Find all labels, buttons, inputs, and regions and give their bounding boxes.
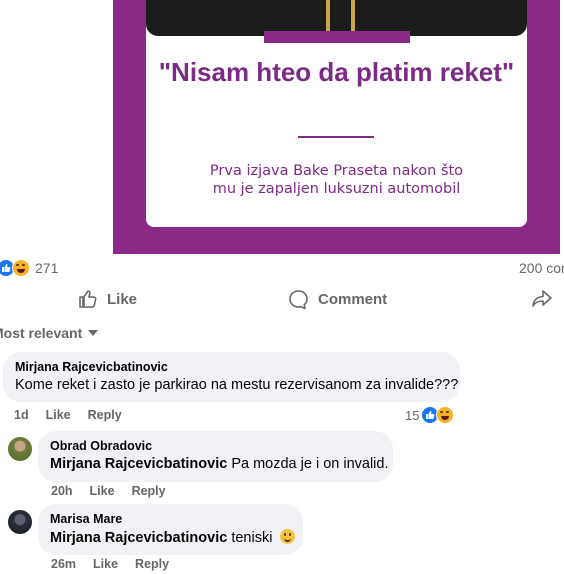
comment-reaction-count: 15 <box>405 407 420 423</box>
comment-text: Mirjana Rajcevicbatinovic Pa mozda je i … <box>50 456 389 472</box>
comment-meta: 1d Like Reply <box>14 408 139 422</box>
comment-reactions[interactable]: 15 <box>405 406 455 424</box>
comment-reply-button[interactable]: Reply <box>88 408 122 422</box>
share-arrow-icon <box>532 290 552 307</box>
mention-link[interactable]: Mirjana Rajcevicbatinovic <box>50 456 227 472</box>
reaction-count: 271 <box>35 260 59 276</box>
thumbs-up-icon <box>79 290 97 308</box>
mention-link[interactable]: Mirjana Rajcevicbatinovic <box>50 530 227 546</box>
sort-dropdown[interactable]: Most relevant <box>0 325 99 341</box>
comment-author[interactable]: Obrad Obradovic <box>50 439 381 453</box>
comment-meta: 20h Like Reply <box>51 484 183 498</box>
haha-reaction-icon <box>436 406 455 424</box>
haha-reaction-icon <box>12 259 30 277</box>
comment-time[interactable]: 26m <box>51 557 76 571</box>
comment-text: Mirjana Rajcevicbatinovic teniski <box>50 529 296 546</box>
post-subtitle: Prva izjava Bake Praseta nakon što mu je… <box>209 163 464 197</box>
share-button[interactable] <box>531 287 553 311</box>
comment-time[interactable]: 1d <box>14 408 29 422</box>
comment-text: Kome reket i zasto je parkirao na mestu … <box>15 377 459 393</box>
comment-reply-button[interactable]: Reply <box>132 484 166 498</box>
comment-meta: 26m Like Reply <box>51 557 186 571</box>
comment-like-button[interactable]: Like <box>90 484 115 498</box>
comment-bubble-icon <box>289 289 308 309</box>
avatar[interactable] <box>8 510 32 534</box>
comments-count[interactable]: 200 cor <box>519 260 564 276</box>
comment-like-button[interactable]: Like <box>46 408 71 422</box>
chevron-down-icon <box>88 330 99 336</box>
comment-reply-button[interactable]: Reply <box>135 557 169 571</box>
quote-card: "Nisam hteo da platim reket" Prva izjava… <box>146 0 527 227</box>
reactions-summary[interactable]: 271 <box>0 258 58 278</box>
accent-bar <box>264 31 410 43</box>
comment-button[interactable]: Comment <box>288 287 387 311</box>
smile-emoji-icon <box>280 529 296 544</box>
comment-bubble: Obrad Obradovic Mirjana Rajcevicbatinovi… <box>38 431 393 482</box>
divider-line <box>298 136 374 138</box>
comment-author[interactable]: Marisa Mare <box>50 512 291 526</box>
comment-bubble: Mirjana Rajcevicbatinovic Kome reket i z… <box>3 352 460 402</box>
comment-bubble: Marisa Mare Mirjana Rajcevicbatinovic te… <box>38 504 303 555</box>
comment-like-button[interactable]: Like <box>93 557 118 571</box>
comment-author[interactable]: Mirjana Rajcevicbatinovic <box>15 360 448 374</box>
quote-text: "Nisam hteo da platim reket" <box>158 57 515 87</box>
avatar[interactable] <box>8 437 32 461</box>
post-image[interactable]: "Nisam hteo da platim reket" Prva izjava… <box>113 0 560 254</box>
comment-time[interactable]: 20h <box>51 484 73 498</box>
like-button[interactable]: Like <box>78 287 137 311</box>
